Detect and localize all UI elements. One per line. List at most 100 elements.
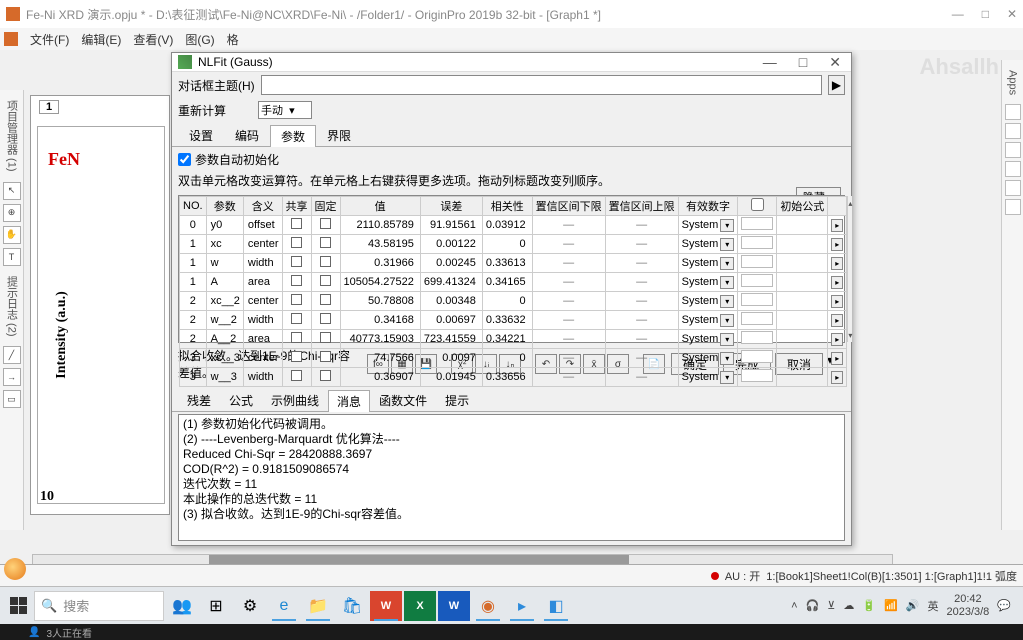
tab-code[interactable]: 编码 [224, 124, 270, 146]
task-tencent-icon[interactable]: ▸ [506, 591, 538, 621]
rt6[interactable] [1005, 199, 1021, 215]
init-input[interactable] [741, 217, 773, 230]
sigdig-dd-icon[interactable]: ▾ [720, 352, 734, 365]
theme-dropdown-icon[interactable]: ▶ [828, 75, 845, 95]
sigdig-dd-icon[interactable]: ▾ [720, 219, 734, 232]
sigdig-dd-icon[interactable]: ▾ [720, 295, 734, 308]
init-input[interactable] [741, 312, 773, 325]
sigdig-dd-icon[interactable]: ▾ [720, 371, 734, 384]
task-edge-icon[interactable]: e [268, 591, 300, 621]
init-input[interactable] [741, 331, 773, 344]
tool-arrow[interactable]: → [3, 368, 21, 386]
task-meeting-icon[interactable]: ◧ [540, 591, 572, 621]
share-checkbox[interactable] [291, 218, 302, 229]
task-wps-icon[interactable]: W [370, 591, 402, 621]
start-button[interactable] [4, 592, 32, 620]
row-expand-icon[interactable]: ▸ [831, 352, 843, 365]
tray-notification-icon[interactable]: 💬 [997, 599, 1011, 612]
share-checkbox[interactable] [291, 351, 302, 362]
share-checkbox[interactable] [291, 313, 302, 324]
share-checkbox[interactable] [291, 237, 302, 248]
taskbar-search[interactable]: 🔍 搜索 [34, 591, 164, 621]
tray-clock[interactable]: 20:42 2023/3/8 [946, 593, 989, 619]
rt3[interactable] [1005, 142, 1021, 158]
sigdig-dd-icon[interactable]: ▾ [720, 276, 734, 289]
init-check[interactable] [751, 198, 764, 211]
tool-pan[interactable]: ✋ [3, 226, 21, 244]
ltab-hint[interactable]: 提示 [436, 389, 478, 411]
task-origin-icon[interactable]: ◉ [472, 591, 504, 621]
task-store-icon[interactable]: 🛍 [336, 591, 368, 621]
row-expand-icon[interactable]: ▸ [831, 238, 843, 251]
tray-headset-icon[interactable]: 🎧 [806, 599, 820, 612]
table-row[interactable]: 1Aarea105054.27522699.413240.34165——Syst… [180, 273, 847, 292]
table-row[interactable]: 1wwidth0.319660.002450.33613——System▾▸ [180, 254, 847, 273]
vtab2[interactable]: 提示日志 (2) [2, 270, 22, 343]
col-10[interactable]: 有效数字 [678, 197, 738, 216]
init-input[interactable] [741, 350, 773, 363]
col-0[interactable]: NO. [180, 197, 207, 216]
task-word-icon[interactable]: W [438, 591, 470, 621]
close-icon[interactable]: ✕ [1007, 7, 1017, 21]
row-expand-icon[interactable]: ▸ [831, 276, 843, 289]
table-row[interactable]: 0y0offset2110.8578991.915610.03912——Syst… [180, 216, 847, 235]
row-expand-icon[interactable]: ▸ [831, 314, 843, 327]
row-expand-icon[interactable]: ▸ [831, 295, 843, 308]
col-5[interactable]: 值 [340, 197, 420, 216]
table-row[interactable]: 1xccenter43.581950.001220——System▾▸ [180, 235, 847, 254]
share-checkbox[interactable] [291, 256, 302, 267]
scroll-up-icon[interactable]: ▴ [848, 196, 852, 210]
row-expand-icon[interactable]: ▸ [831, 371, 843, 384]
col-8[interactable]: 置信区间下限 [532, 197, 605, 216]
share-checkbox[interactable] [291, 294, 302, 305]
tray-wifi-icon[interactable]: 📶 [884, 599, 898, 612]
sigdig-dd-icon[interactable]: ▾ [720, 257, 734, 270]
sigdig-dd-icon[interactable]: ▾ [720, 314, 734, 327]
col-initformula[interactable]: 初始公式 [777, 197, 828, 216]
tab-bounds[interactable]: 界限 [316, 124, 362, 146]
fixed-checkbox[interactable] [320, 332, 331, 343]
init-input[interactable] [741, 293, 773, 306]
col-1[interactable]: 参数 [206, 197, 243, 216]
table-row[interactable]: 2xc__2center50.788080.003480——System▾▸ [180, 292, 847, 311]
scroll-down-icon[interactable]: ▾ [848, 328, 852, 342]
dialog-minimize-icon[interactable]: — [759, 54, 781, 71]
menu-format[interactable]: 格 [223, 29, 243, 50]
tool-pointer[interactable]: ↖ [3, 182, 21, 200]
col-6[interactable]: 误差 [420, 197, 482, 216]
init-input[interactable] [741, 274, 773, 287]
fixed-checkbox[interactable] [320, 237, 331, 248]
init-input[interactable] [741, 369, 773, 382]
tab-settings[interactable]: 设置 [178, 124, 224, 146]
ltab-funcfile[interactable]: 函数文件 [370, 389, 436, 411]
minimize-icon[interactable]: — [952, 7, 964, 21]
task-view-icon[interactable]: ⊞ [200, 591, 232, 621]
share-checkbox[interactable] [291, 332, 302, 343]
ltab-sample[interactable]: 示例曲线 [262, 389, 328, 411]
share-checkbox[interactable] [291, 275, 302, 286]
menu-edit[interactable]: 编辑(E) [77, 29, 125, 50]
init-input[interactable] [741, 236, 773, 249]
maximize-icon[interactable]: □ [982, 7, 989, 21]
dialog-maximize-icon[interactable]: □ [795, 54, 811, 71]
ltab-residual[interactable]: 残差 [178, 389, 220, 411]
menu-view[interactable]: 查看(V) [129, 29, 177, 50]
table-row[interactable]: 3xc__3center74.75660.00970——System▾▸ [180, 349, 847, 368]
fixed-checkbox[interactable] [320, 313, 331, 324]
fixed-checkbox[interactable] [320, 218, 331, 229]
apps-tab[interactable]: Apps [1005, 64, 1021, 101]
fixed-checkbox[interactable] [320, 275, 331, 286]
col-7[interactable]: 相关性 [482, 197, 532, 216]
row-expand-icon[interactable]: ▸ [831, 333, 843, 346]
sigdig-dd-icon[interactable]: ▾ [720, 333, 734, 346]
project-tab[interactable]: 项目管理器 (1) [2, 94, 22, 178]
rt5[interactable] [1005, 180, 1021, 196]
rt2[interactable] [1005, 123, 1021, 139]
cortana-orb-icon[interactable] [4, 558, 26, 580]
tray-ime[interactable]: 英 [927, 598, 938, 614]
tool-line[interactable]: ╱ [3, 346, 21, 364]
tray-volume-icon[interactable]: 🔊 [906, 599, 920, 612]
recalc-select[interactable]: 手动 ▾ [258, 101, 312, 119]
fixed-checkbox[interactable] [320, 370, 331, 381]
task-explorer-icon[interactable]: 📁 [302, 591, 334, 621]
